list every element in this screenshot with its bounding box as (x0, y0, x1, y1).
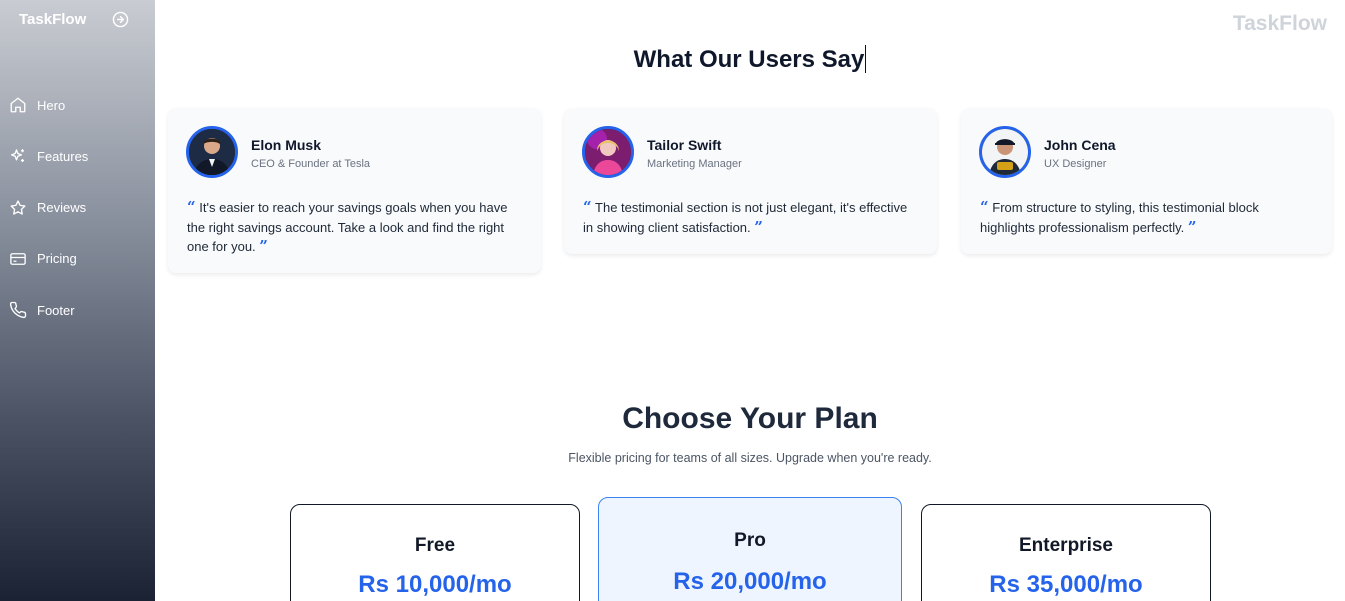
header-brand: TaskFlow (1232, 12, 1327, 35)
quote-open-icon: “ (187, 198, 196, 216)
testimonial-card: John Cena UX Designer “ From structure t… (961, 108, 1332, 254)
quote-close-icon: ” (259, 237, 268, 255)
sidebar-item-label: Pricing (37, 251, 77, 267)
sidebar-item-hero[interactable]: Hero (0, 92, 155, 118)
sidebar-brand: TaskFlow (19, 11, 87, 28)
testimonial-role: Marketing Manager (647, 158, 742, 170)
sidebar: TaskFlow Hero Features Reviews Pricing F… (0, 0, 155, 601)
plan-name: Free (414, 535, 456, 556)
plan-card-pro[interactable]: Pro Rs 20,000/mo (598, 497, 902, 601)
avatar (186, 126, 238, 178)
testimonial-role: CEO & Founder at Tesla (251, 158, 371, 170)
avatar (979, 126, 1031, 178)
testimonial-quote: “ The testimonial section is not just el… (583, 198, 919, 237)
sidebar-item-label: Footer (37, 302, 75, 318)
plan-name: Enterprise (1019, 535, 1113, 556)
testimonial-name: John Cena (1044, 137, 1116, 153)
sidebar-nav: Hero Features Reviews Pricing Footer (0, 92, 155, 348)
home-icon (8, 95, 28, 115)
testimonial-quote: “ From structure to styling, this testim… (980, 198, 1314, 237)
sidebar-item-label: Reviews (37, 200, 87, 216)
plan-price: Rs 20,000/mo (673, 568, 827, 595)
testimonial-quote-text: It's easier to reach your savings goals … (187, 200, 508, 254)
sidebar-item-features[interactable]: Features (0, 143, 155, 169)
testimonial-role: UX Designer (1044, 158, 1107, 170)
sparkles-icon (8, 146, 28, 166)
plan-card-enterprise[interactable]: Enterprise Rs 35,000/mo (921, 504, 1211, 601)
sidebar-item-pricing[interactable]: Pricing (0, 246, 155, 272)
plan-name: Pro (734, 530, 766, 551)
plan-card-free[interactable]: Free Rs 10,000/mo (290, 504, 580, 601)
avatar (582, 126, 634, 178)
text-cursor (865, 45, 867, 73)
testimonial-name: Elon Musk (251, 137, 322, 153)
quote-close-icon: ” (754, 217, 763, 236)
quote-open-icon: “ (583, 198, 592, 216)
testimonial-quote: “ It's easier to reach your savings goal… (187, 198, 523, 257)
quote-close-icon: ” (1187, 217, 1197, 236)
sidebar-item-label: Features (37, 148, 89, 164)
plan-price: Rs 35,000/mo (989, 571, 1143, 598)
testimonial-quote-text: From structure to styling, this testimon… (980, 200, 1259, 235)
collapse-sidebar-button[interactable] (112, 11, 129, 28)
pricing-subtitle: Flexible pricing for teams of all sizes.… (568, 451, 932, 465)
plan-price: Rs 10,000/mo (358, 571, 512, 598)
sidebar-item-footer[interactable]: Footer (0, 297, 155, 323)
testimonial-card: Elon Musk CEO & Founder at Tesla “ It's … (168, 108, 541, 273)
sidebar-item-reviews[interactable]: Reviews (0, 195, 155, 221)
testimonials-title: What Our Users Say (155, 45, 1345, 74)
phone-icon (8, 300, 28, 320)
credit-card-icon (8, 249, 28, 269)
testimonial-name: Tailor Swift (647, 137, 722, 153)
circle-arrow-right-icon (112, 11, 129, 28)
quote-open-icon: “ (980, 198, 989, 216)
testimonial-quote-text: The testimonial section is not just eleg… (583, 200, 908, 235)
testimonials-title-text: What Our Users Say (633, 46, 865, 73)
pricing-title: Choose Your Plan (622, 402, 878, 435)
star-icon (8, 198, 28, 218)
testimonial-card: Tailor Swift Marketing Manager “ The tes… (564, 108, 937, 254)
sidebar-item-label: Hero (37, 97, 66, 113)
